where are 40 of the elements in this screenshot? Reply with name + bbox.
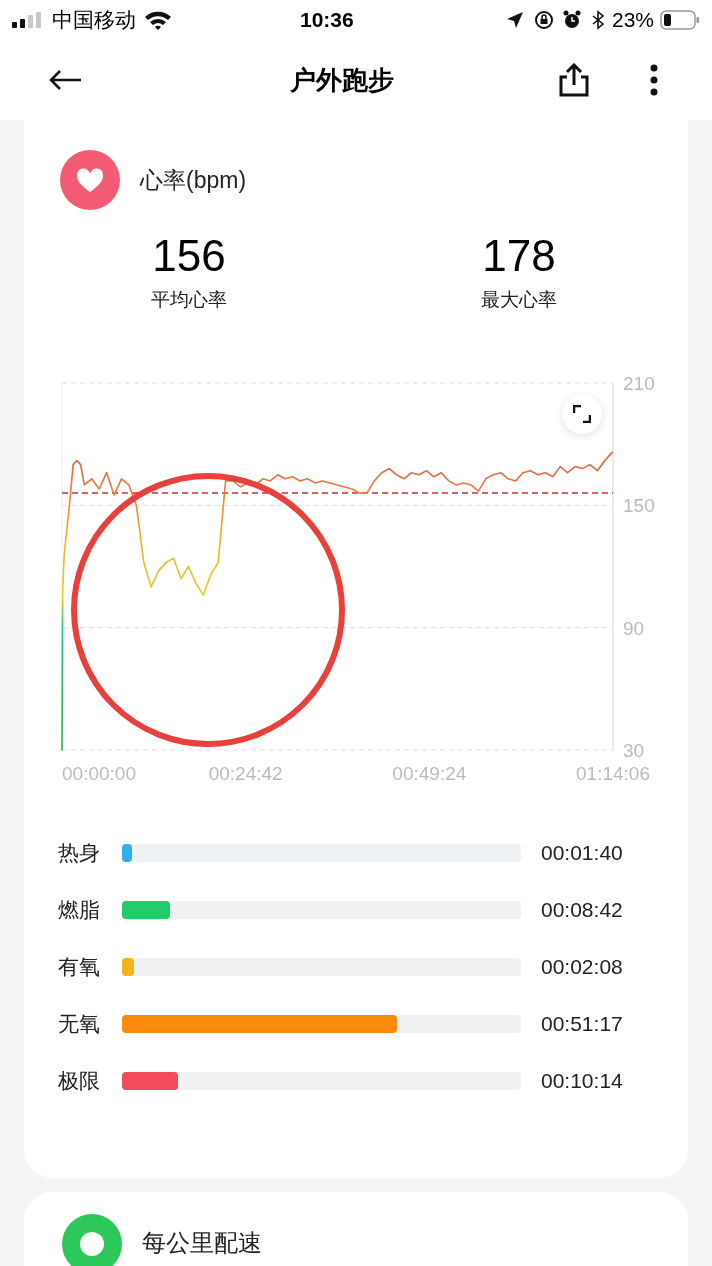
card-title: 心率(bpm): [140, 165, 247, 195]
y-tick-label: 30: [623, 739, 645, 761]
x-tick-label: 01:14:06: [576, 762, 650, 784]
x-tick-label: 00:00:00: [62, 762, 136, 784]
zone-duration: 00:02:08: [541, 954, 623, 981]
zone-duration: 00:51:17: [541, 1011, 623, 1038]
card-title: 每公里配速: [142, 1228, 262, 1258]
clock-time: 10:36: [300, 7, 354, 34]
y-tick-label: 90: [623, 617, 645, 639]
wifi-icon: [144, 10, 172, 30]
share-icon: [558, 63, 590, 97]
fullscreen-button[interactable]: [562, 393, 602, 434]
carrier-name: 中国移动: [52, 7, 136, 34]
y-tick-label: 210: [623, 372, 655, 394]
alarm-icon: [561, 10, 582, 30]
stat-value: 156: [152, 230, 226, 282]
stat-value: 178: [482, 230, 556, 282]
battery-percent: 23%: [611, 7, 654, 34]
more-icon: [649, 64, 659, 96]
x-tick-label: 00:24:42: [208, 762, 283, 784]
stat-label: 平均心率: [151, 288, 227, 312]
zone-label: 极限: [58, 1068, 101, 1095]
expand-icon: [573, 404, 591, 423]
zone-label: 燃脂: [58, 897, 101, 924]
page-title: 户外跑步: [290, 63, 394, 97]
rotation-lock-icon: [533, 10, 554, 30]
y-tick-label: 150: [623, 494, 655, 516]
zone-label: 热身: [58, 840, 101, 867]
bluetooth-icon: [591, 10, 604, 30]
stat-label: 最大心率: [481, 288, 557, 312]
zone-duration: 00:08:42: [541, 897, 623, 924]
battery-icon: [660, 10, 700, 30]
x-tick-label: 00:49:24: [392, 762, 467, 784]
location-icon: [505, 11, 524, 29]
zone-duration: 00:10:14: [541, 1068, 623, 1095]
signal-icon: [12, 12, 44, 28]
zone-label: 无氧: [58, 1011, 101, 1038]
zone-label: 有氧: [58, 954, 101, 981]
back-arrow-icon: [48, 69, 82, 91]
zone-duration: 00:01:40: [541, 840, 623, 867]
